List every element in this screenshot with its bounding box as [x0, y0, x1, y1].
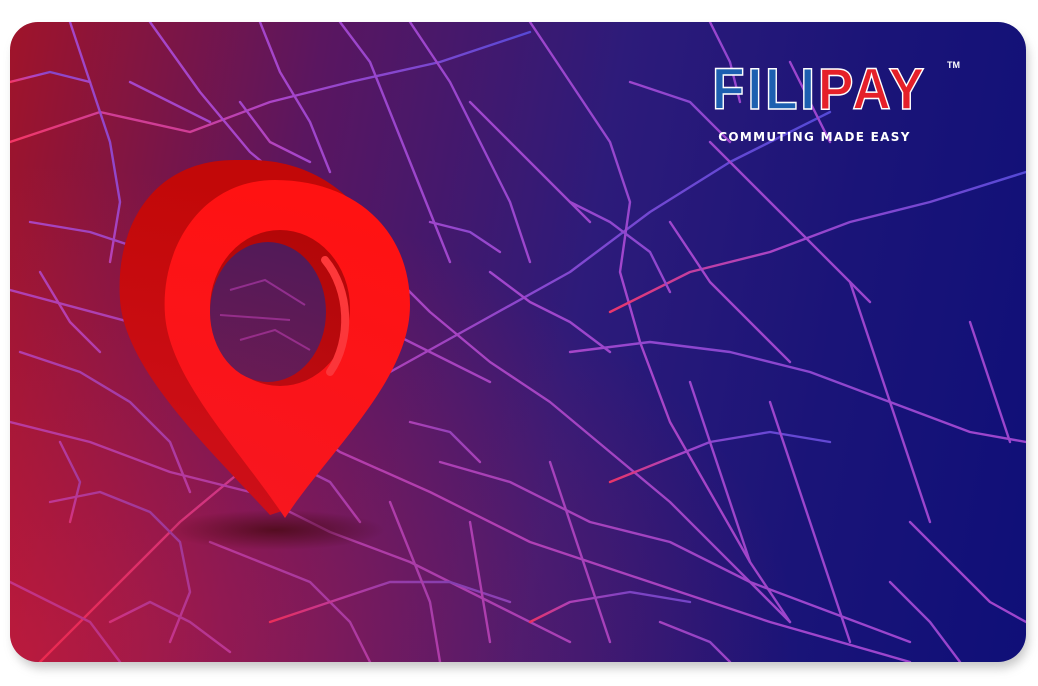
filipay-card: FILIPAY TM COMMUTING MADE EASY [10, 22, 1026, 662]
trademark-symbol: TM [947, 60, 960, 70]
filipay-logo: FILIPAY TM COMMUTING MADE EASY [712, 57, 960, 144]
card-stage: FILIPAY TM COMMUTING MADE EASY [0, 0, 1038, 686]
brand-name-part2: PAY [817, 57, 928, 123]
brand-wordmark: FILIPAY [712, 57, 928, 123]
brand-tagline: COMMUTING MADE EASY [718, 130, 911, 144]
map-pin-icon [119, 160, 410, 550]
brand-name-part1: FILI [712, 57, 819, 123]
